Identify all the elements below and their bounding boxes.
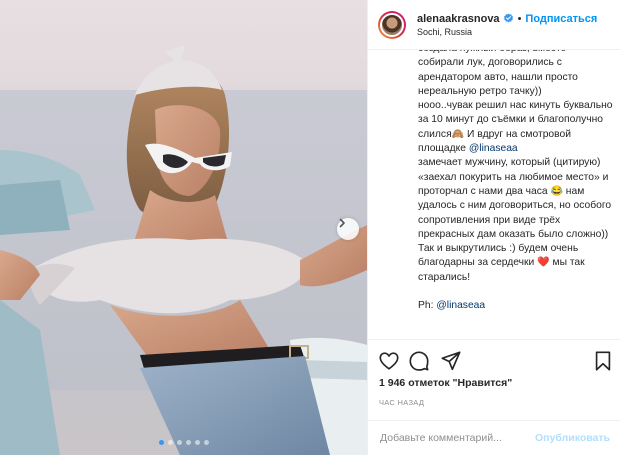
caption-scroll-area[interactable]: создала нужный образ, вместе собирали лу…: [368, 50, 620, 339]
header-separator: •: [517, 12, 522, 25]
comment-input[interactable]: [380, 432, 530, 444]
laughing-emoji: 😂: [550, 185, 563, 197]
username-link[interactable]: alenaakrasnova: [417, 13, 500, 25]
see-no-evil-emoji: 🙈: [451, 128, 465, 140]
post-caption: создала нужный образ, вместе собирали лу…: [418, 50, 614, 314]
share-icon[interactable]: [440, 350, 462, 372]
comment-icon[interactable]: [408, 350, 430, 372]
carousel-dot: [158, 440, 164, 445]
verified-badge-icon: [503, 13, 513, 23]
likes-count[interactable]: 1 946 отметок "Нравится": [379, 377, 512, 389]
carousel-dot: [167, 440, 173, 445]
photo-illustration: [0, 45, 367, 455]
mention-link[interactable]: @linaseaa: [469, 143, 518, 154]
publish-button[interactable]: Опубликовать: [535, 432, 610, 444]
post-header: alenaakrasnova • Подписаться Sochi, Russ…: [368, 0, 620, 50]
carousel-dot: [203, 440, 209, 445]
caption-text: создала нужный образ, вместе собирали лу…: [418, 50, 613, 140]
carousel-dot: [176, 440, 182, 445]
avatar[interactable]: [378, 10, 406, 39]
carousel-dot: [194, 440, 200, 445]
follow-button[interactable]: Подписаться: [525, 13, 597, 25]
chevron-right-icon: [339, 218, 345, 228]
carousel-indicator: [0, 440, 367, 445]
post-timestamp[interactable]: ЧАС НАЗАД: [379, 398, 424, 407]
post-side-panel: alenaakrasnova • Подписаться Sochi, Russ…: [367, 0, 620, 455]
mention-link[interactable]: @linaseaa: [436, 300, 485, 311]
heart-emoji: ❤️: [537, 257, 550, 269]
bookmark-icon[interactable]: [592, 350, 614, 372]
carousel-dot: [185, 440, 191, 445]
comment-bar: Опубликовать: [368, 420, 620, 455]
carousel-next-button[interactable]: [337, 218, 359, 240]
location-link[interactable]: Sochi, Russia: [417, 27, 597, 37]
like-heart-icon[interactable]: [378, 350, 400, 372]
post-photo[interactable]: [0, 0, 367, 455]
